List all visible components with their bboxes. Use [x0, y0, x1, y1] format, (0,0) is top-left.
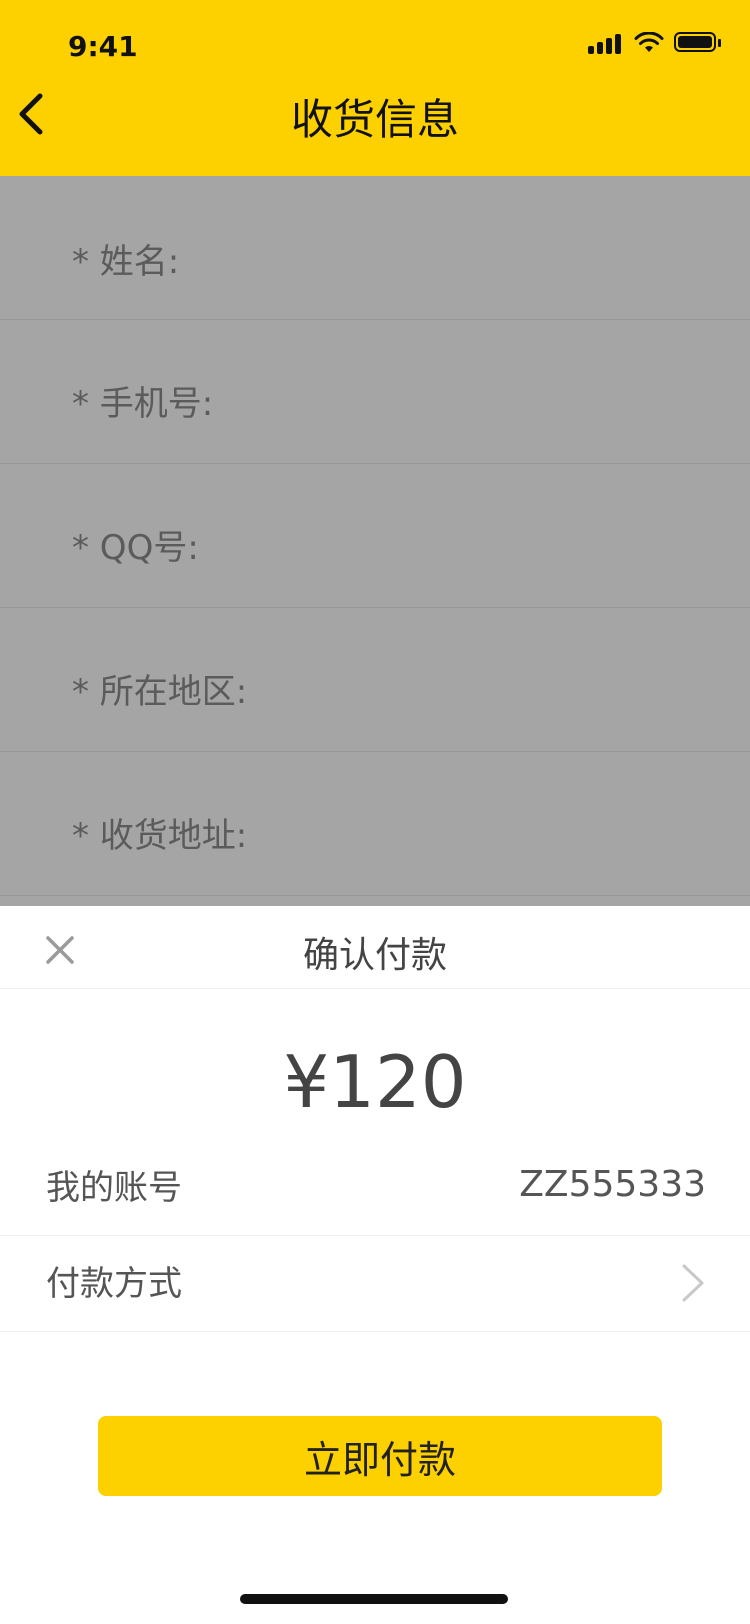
payment-sheet: 确认付款 ¥120 我的账号 ZZ555333 付款方式 立即付款 — [0, 906, 750, 1624]
form-row-qq[interactable]: * QQ号: — [0, 464, 750, 608]
battery-icon — [674, 32, 722, 54]
shipping-form: * 姓名: * 手机号: * QQ号: * 所在地区: * 收货地址: — [0, 176, 750, 906]
form-row-address[interactable]: * 收货地址: — [0, 752, 750, 896]
payment-sheet-header: 确认付款 — [0, 906, 750, 989]
form-label-qq: * QQ号: — [72, 528, 199, 568]
form-label-region: * 所在地区: — [72, 672, 248, 712]
form-label-name: * 姓名: — [72, 242, 180, 282]
payment-amount: ¥120 — [283, 1040, 467, 1124]
form-label-address: * 收货地址: — [72, 816, 248, 856]
nav-header: 9:41 收货信息 — [0, 0, 750, 176]
pay-now-button[interactable]: 立即付款 — [98, 1416, 662, 1496]
home-indicator — [240, 1594, 508, 1604]
payment-sheet-title: 确认付款 — [302, 935, 447, 976]
form-row-region[interactable]: * 所在地区: — [0, 608, 750, 752]
account-value: ZZ555333 — [519, 1164, 706, 1205]
page-title: 收货信息 — [290, 95, 459, 144]
status-time: 9:41 — [68, 30, 138, 63]
payment-method-row[interactable]: 付款方式 — [0, 1236, 750, 1332]
form-row-name[interactable]: * 姓名: — [0, 176, 750, 320]
signal-icon — [588, 32, 624, 54]
payment-method-label: 付款方式 — [46, 1264, 182, 1304]
wifi-icon — [634, 32, 664, 52]
account-label: 我的账号 — [46, 1168, 182, 1208]
chevron-right-icon — [682, 1264, 704, 1302]
form-label-phone: * 手机号: — [72, 384, 214, 424]
account-row: 我的账号 ZZ555333 — [0, 1140, 750, 1236]
status-icons — [588, 32, 722, 54]
form-row-phone[interactable]: * 手机号: — [0, 320, 750, 464]
